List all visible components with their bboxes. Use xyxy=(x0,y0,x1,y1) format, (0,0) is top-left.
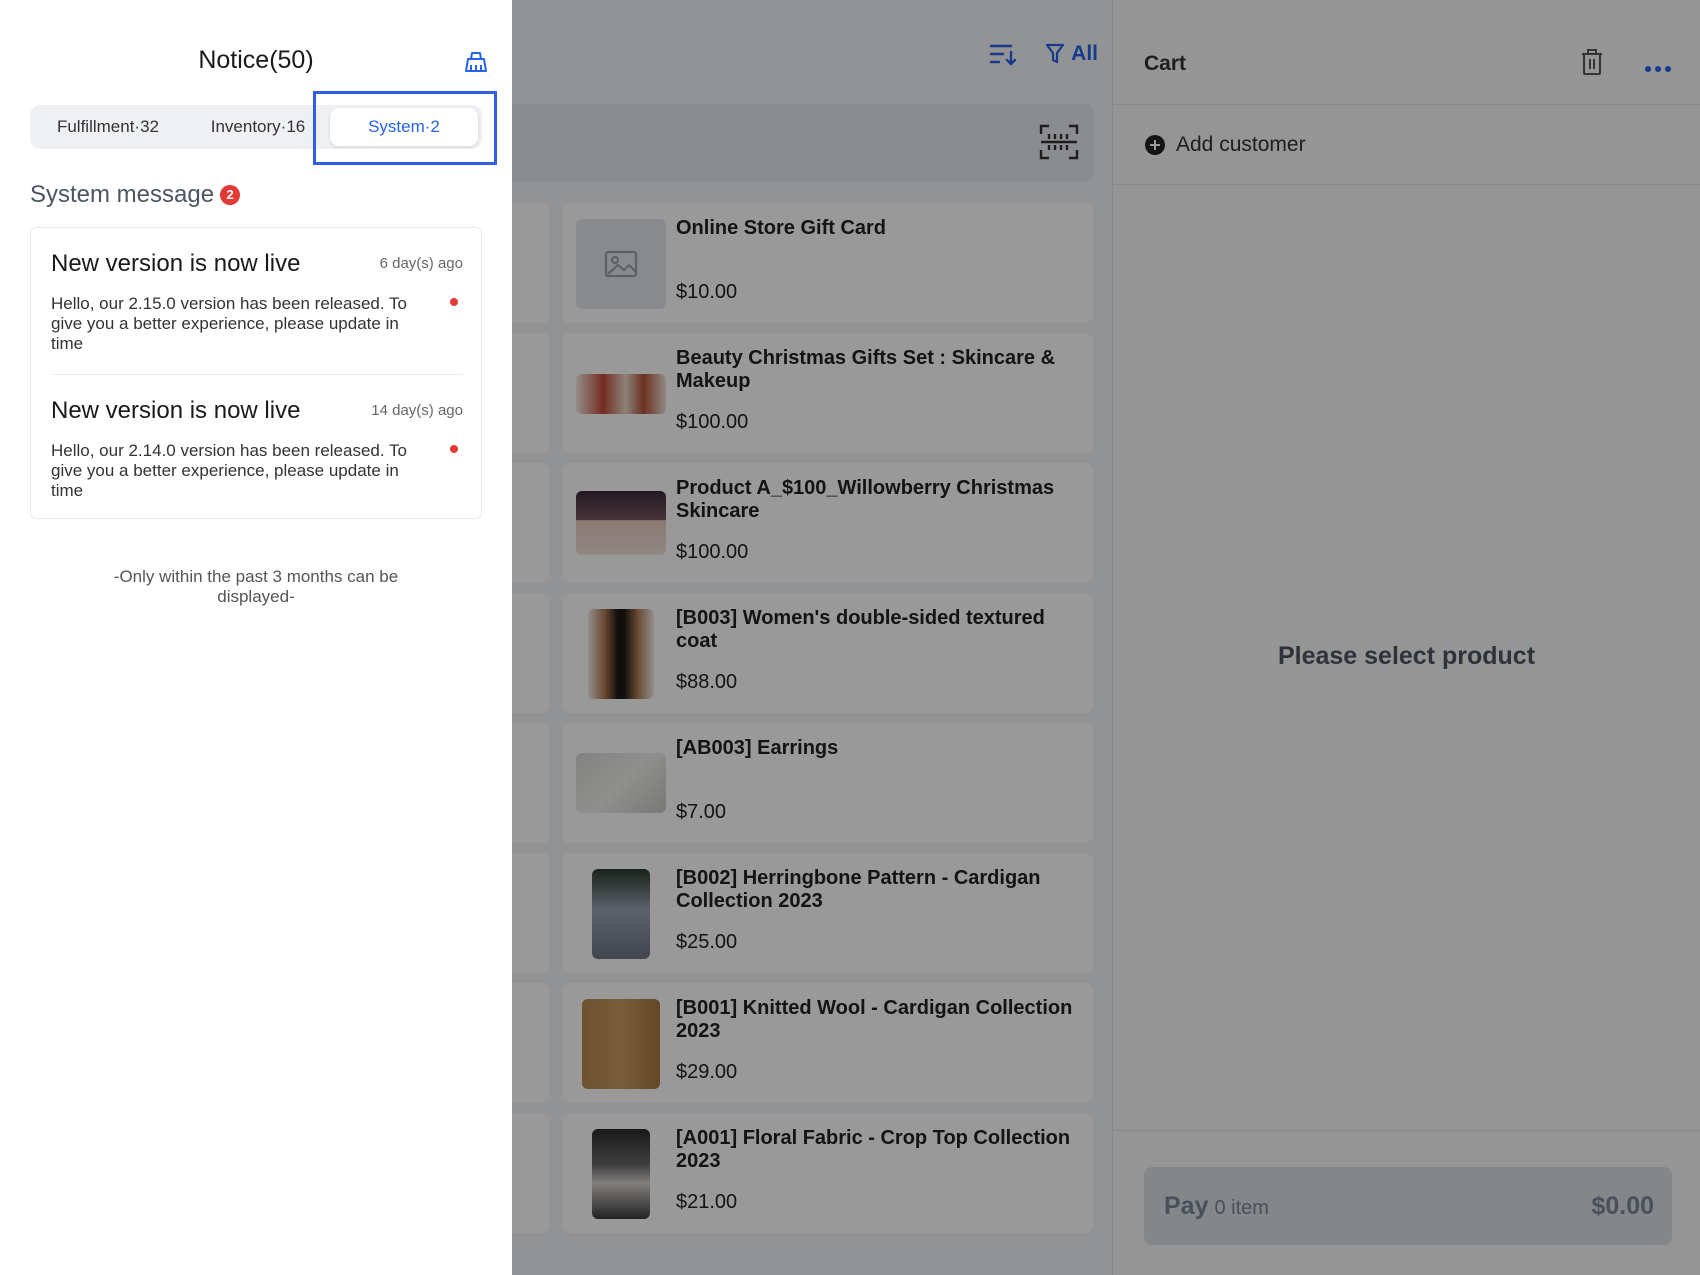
message-list: New version is now live 6 day(s) ago Hel… xyxy=(30,227,482,519)
unread-dot xyxy=(450,445,458,453)
section-title: System message 2 xyxy=(30,181,241,209)
tab-fulfillment[interactable]: Fulfillment·32 xyxy=(38,105,178,149)
active-tab-highlight xyxy=(313,91,497,165)
notice-drawer: Notice(50) Fulfillment·32 Inventory·16 S… xyxy=(0,0,512,1275)
message-item[interactable]: New version is now live 14 day(s) ago He… xyxy=(51,374,463,520)
unread-dot xyxy=(450,298,458,306)
message-body: Hello, our 2.15.0 version has been relea… xyxy=(51,294,407,353)
section-title-text: System message xyxy=(30,181,215,208)
message-body: Hello, our 2.14.0 version has been relea… xyxy=(51,441,407,500)
history-footnote: -Only within the past 3 months can be di… xyxy=(113,567,399,606)
message-item[interactable]: New version is now live 6 day(s) ago Hel… xyxy=(51,228,463,374)
message-time: 14 day(s) ago xyxy=(371,402,463,419)
message-title: New version is now live xyxy=(51,397,301,424)
message-title: New version is now live xyxy=(51,250,301,277)
unread-count-badge: 2 xyxy=(220,185,241,205)
message-time: 6 day(s) ago xyxy=(379,255,463,272)
tab-inventory[interactable]: Inventory·16 xyxy=(188,105,328,149)
notice-title: Notice(50) xyxy=(198,46,314,74)
clear-all-icon[interactable] xyxy=(463,50,489,79)
